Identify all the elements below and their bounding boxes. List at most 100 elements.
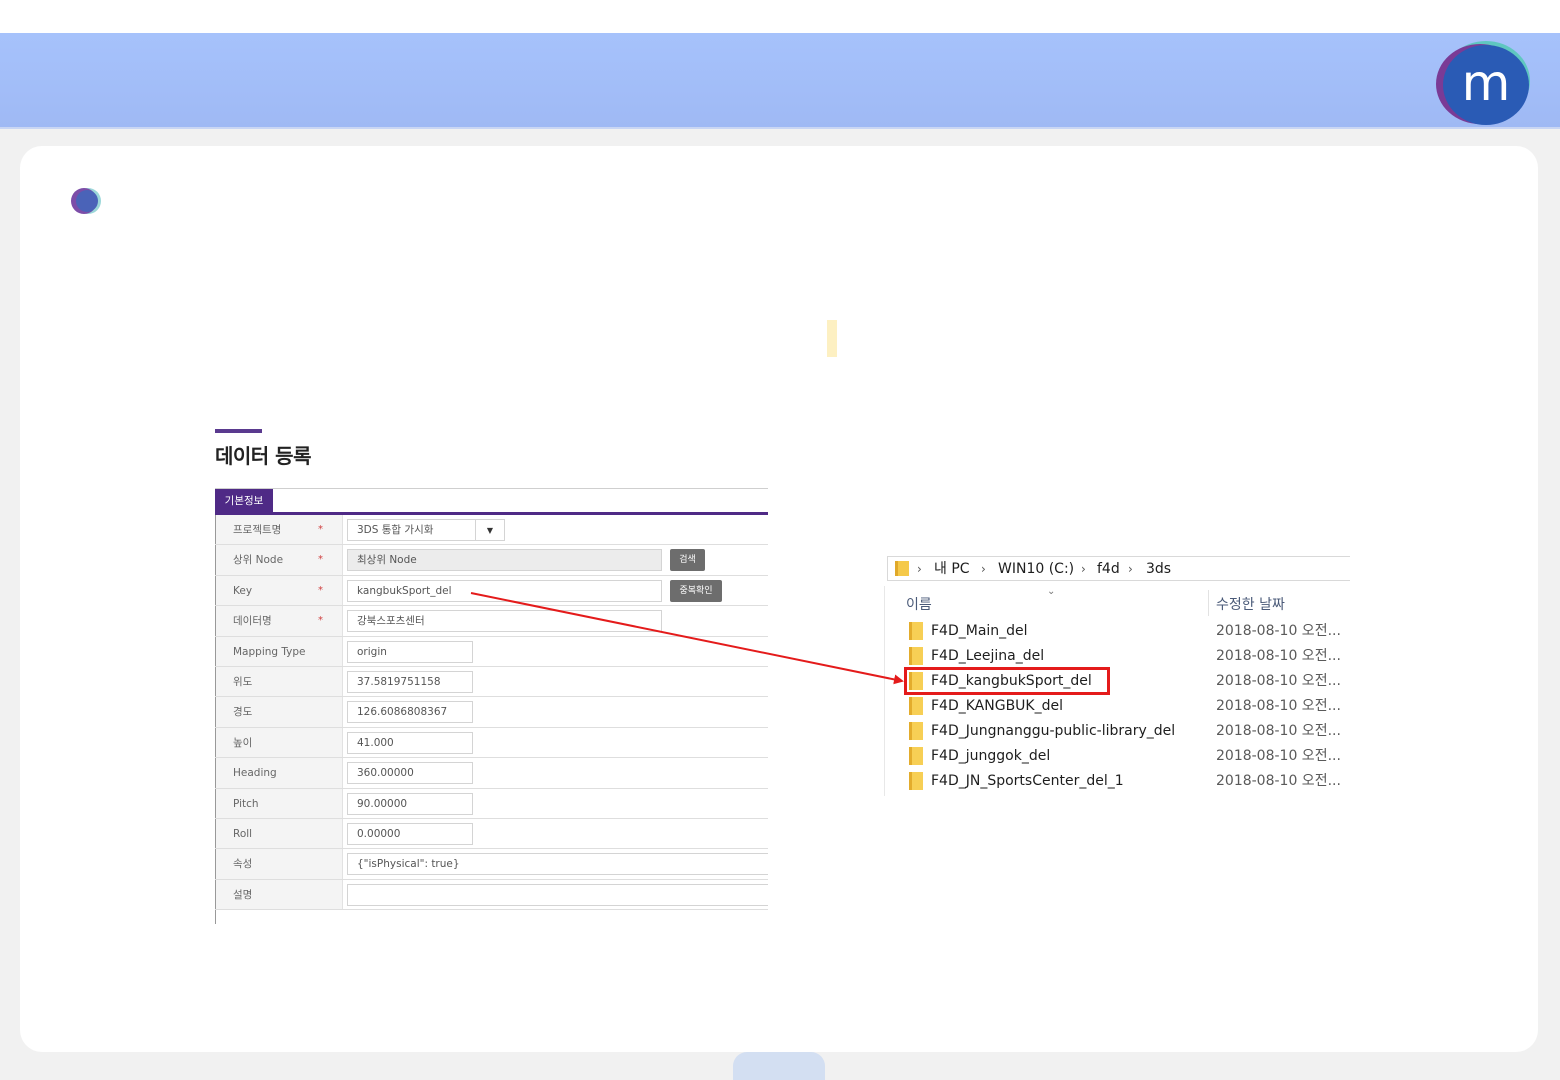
folder-icon xyxy=(895,561,909,576)
row-label: Pitch xyxy=(216,788,343,818)
chevron-right-icon: › xyxy=(1128,562,1133,576)
file-date: 2018-08-10 오전... xyxy=(1216,748,1341,764)
duplicate-check-button[interactable]: 중복확인 xyxy=(670,579,722,602)
key-input[interactable]: kangbukSport_del xyxy=(347,579,662,602)
required-mark: * xyxy=(318,524,323,535)
file-row[interactable]: F4D_KANGBUK_del 2018-08-10 오전... xyxy=(906,694,1350,718)
form-row-longitude: 경도 126.6086808367 xyxy=(215,697,768,728)
form-row-key: Key * kangbukSport_del 중복확인 xyxy=(215,575,768,607)
form-row-project: 프로젝트명 * 3DS 통합 가시화 ▼ xyxy=(215,515,768,546)
height-input[interactable]: 41.000 xyxy=(347,731,473,754)
file-row[interactable]: F4D_Leejina_del 2018-08-10 오전... xyxy=(906,644,1350,668)
form-row-attributes: 속성 {"isPhysical": true} xyxy=(215,849,768,880)
file-name: F4D_Main_del xyxy=(931,623,1028,639)
project-select[interactable]: 3DS 통합 가시화 ▼ xyxy=(347,519,505,541)
data-name-input[interactable]: 강북스포츠센터 xyxy=(347,610,662,633)
latitude-input[interactable]: 37.5819751158 xyxy=(347,670,473,693)
top-margin xyxy=(0,0,1560,33)
brand-logo: m xyxy=(1436,41,1530,125)
breadcrumb-item[interactable]: 3ds xyxy=(1146,557,1171,581)
form-row-roll: Roll 0.00000 xyxy=(215,818,768,850)
logo-letter: m xyxy=(1462,54,1511,112)
column-header-name[interactable]: 이름 xyxy=(906,594,932,614)
row-label: 속성 xyxy=(216,849,343,879)
column-divider[interactable] xyxy=(1208,590,1209,616)
heading-input[interactable]: 360.00000 xyxy=(347,762,473,785)
folder-icon xyxy=(909,647,923,665)
folder-icon xyxy=(909,722,923,740)
file-row[interactable]: F4D_junggok_del 2018-08-10 오전... xyxy=(906,744,1350,768)
tab-basic-info[interactable]: 기본정보 xyxy=(215,489,273,513)
chevron-right-icon: › xyxy=(981,562,986,576)
page-indicator-tab xyxy=(733,1052,825,1080)
file-date: 2018-08-10 오전... xyxy=(1216,648,1341,664)
file-name: F4D_Jungnanggu-public-library_del xyxy=(931,723,1176,739)
form-row-description: 설명 xyxy=(215,879,768,911)
form-row-mapping-type: Mapping Type origin xyxy=(215,636,768,667)
file-name: F4D_KANGBUK_del xyxy=(931,698,1063,714)
search-button[interactable]: 검색 xyxy=(670,549,705,572)
description-input[interactable] xyxy=(347,883,768,906)
header-band xyxy=(0,33,1560,129)
row-label: Key xyxy=(216,575,343,606)
form-row-heading: Heading 360.00000 xyxy=(215,758,768,789)
row-label: 설명 xyxy=(216,879,343,910)
form-row-latitude: 위도 37.5819751158 xyxy=(215,666,768,698)
row-label: Mapping Type xyxy=(216,636,343,666)
file-date: 2018-08-10 오전... xyxy=(1216,673,1341,689)
form-row-height: 높이 41.000 xyxy=(215,727,768,759)
row-label: Roll xyxy=(216,818,343,849)
row-label: 상위 Node xyxy=(216,545,343,575)
chevron-right-icon: › xyxy=(1081,562,1086,576)
section-title: 데이터 등록 xyxy=(215,444,311,468)
pitch-input[interactable]: 90.00000 xyxy=(347,792,473,815)
file-date: 2018-08-10 오전... xyxy=(1216,773,1341,789)
form-row-pitch: Pitch 90.00000 xyxy=(215,788,768,819)
required-mark: * xyxy=(318,584,323,596)
breadcrumb-item[interactable]: f4d xyxy=(1097,557,1120,581)
row-label: 데이터명 xyxy=(216,606,343,636)
row-label: Heading xyxy=(216,758,343,788)
file-name: F4D_JN_SportsCenter_del_1 xyxy=(931,773,1124,789)
form-row-data-name: 데이터명 * 강북스포츠센터 xyxy=(215,606,768,637)
file-row[interactable]: F4D_JN_SportsCenter_del_1 2018-08-10 오전.… xyxy=(906,769,1350,793)
attributes-input[interactable]: {"isPhysical": true} xyxy=(347,853,768,876)
breadcrumb-item[interactable]: 내 PC xyxy=(934,557,970,581)
column-header-date[interactable]: 수정한 날짜 xyxy=(1216,594,1285,614)
row-label: 높이 xyxy=(216,727,343,758)
project-select-value: 3DS 통합 가시화 xyxy=(357,524,434,536)
folder-icon xyxy=(909,747,923,765)
row-label: 프로젝트명 xyxy=(216,515,343,545)
file-row[interactable]: F4D_Main_del 2018-08-10 오전... xyxy=(906,619,1350,643)
highlight-box xyxy=(904,667,1110,695)
row-label: 경도 xyxy=(216,697,343,727)
parent-node-field: 최상위 Node xyxy=(347,549,662,572)
folder-icon xyxy=(909,622,923,640)
file-date: 2018-08-10 오전... xyxy=(1216,698,1341,714)
yellow-marker xyxy=(827,320,837,357)
file-date: 2018-08-10 오전... xyxy=(1216,723,1341,739)
folder-icon xyxy=(909,772,923,790)
roll-input[interactable]: 0.00000 xyxy=(347,822,473,845)
required-mark: * xyxy=(318,554,323,566)
folder-icon xyxy=(909,697,923,715)
file-row[interactable]: F4D_Jungnanggu-public-library_del 2018-0… xyxy=(906,719,1350,743)
file-name: F4D_junggok_del xyxy=(931,748,1051,764)
file-date: 2018-08-10 오전... xyxy=(1216,623,1341,639)
section-accent-bar xyxy=(215,429,262,433)
row-label: 위도 xyxy=(216,666,343,697)
data-form: 기본정보 프로젝트명 * 3DS 통합 가시화 ▼ 상위 Node * 최상위 … xyxy=(215,488,768,924)
mapping-type-input[interactable]: origin xyxy=(347,640,473,663)
address-bar[interactable]: › 내 PC › WIN10 (C:) › f4d › 3ds xyxy=(887,556,1350,581)
longitude-input[interactable]: 126.6086808367 xyxy=(347,701,473,724)
file-name: F4D_Leejina_del xyxy=(931,648,1045,664)
form-top-border xyxy=(215,488,768,489)
explorer-left-border xyxy=(884,586,885,796)
chevron-down-icon[interactable]: ▼ xyxy=(475,520,504,540)
form-table: 프로젝트명 * 3DS 통합 가시화 ▼ 상위 Node * 최상위 Node … xyxy=(215,515,768,911)
breadcrumb-item[interactable]: WIN10 (C:) xyxy=(998,557,1074,581)
required-mark: * xyxy=(318,615,323,627)
chevron-right-icon: › xyxy=(917,562,922,576)
title-bullet-icon xyxy=(71,188,101,214)
sort-chevron-icon[interactable]: ⌄ xyxy=(1047,586,1055,597)
